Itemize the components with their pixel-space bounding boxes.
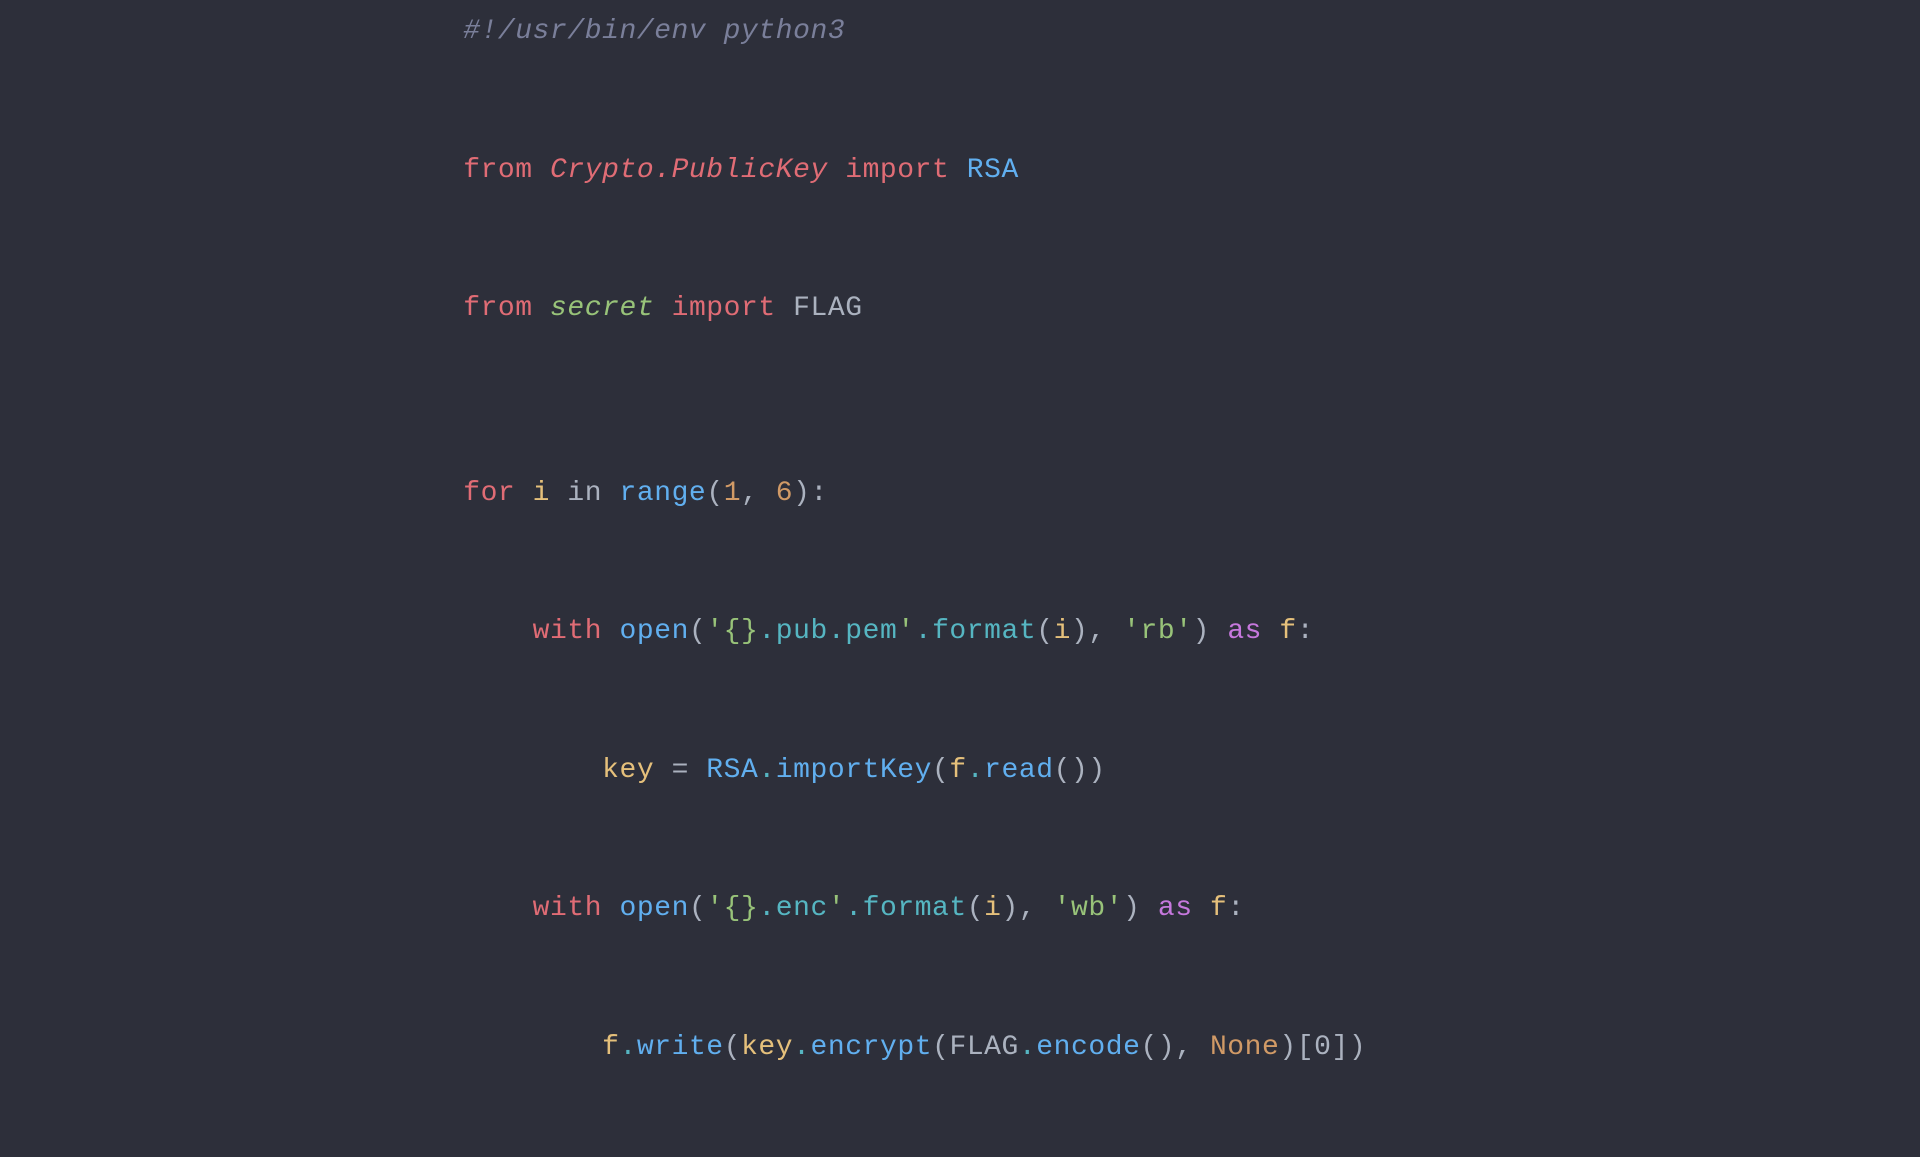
dot3: . [967,755,984,786]
encrypt-open: ( [932,1032,949,1063]
for-keyword: for [463,478,532,509]
format-method1: format [932,616,1036,647]
format-paren2: ( [967,893,984,924]
format-close2: ) [1002,893,1019,924]
encrypt-method: encrypt [811,1032,933,1063]
close-paren2: ) [1123,893,1140,924]
str-close1: ' [897,616,914,647]
num-1: 1 [724,478,741,509]
ik-close: ) [1088,755,1105,786]
dot6: . [793,1032,810,1063]
num-6: 6 [776,478,793,509]
colon1: : [811,478,828,509]
encode-parens: () [1140,1032,1175,1063]
shebang-comment: #!/usr/bin/env python3 [463,16,845,47]
str-close2: ' [828,893,845,924]
line-with2: with open('{}.enc'.format(i), 'wb') as f… [394,840,1366,979]
str-enc: '{} [706,893,758,924]
indent4 [463,1032,602,1063]
dot-pub-pem: .pub.pem [758,616,897,647]
encode-method: encode [1036,1032,1140,1063]
format-method2: format [863,893,967,924]
write-method: write [637,1032,724,1063]
comma4: , [1175,1032,1210,1063]
open-paren1: ( [689,616,706,647]
format-paren1: ( [1036,616,1053,647]
close-paren1: ) [1193,616,1210,647]
module-name: Crypto.PublicKey [550,155,828,186]
line-importkey: key = RSA.importKey(f.read()) [394,702,1366,841]
as-keyword1: as [1227,616,1262,647]
space-f1 [1262,616,1279,647]
dot4: . [845,893,862,924]
rsa-ref: RSA [706,755,758,786]
space-as2 [1140,893,1157,924]
ik-open: ( [932,755,949,786]
dot-enc: .enc [758,893,827,924]
dot2: . [758,755,775,786]
line-import2: from secret import FLAG [394,240,1366,379]
colon2: : [1297,616,1314,647]
flag-ref: FLAG [949,1032,1018,1063]
line-for: for i in range(1, 6): [394,424,1366,563]
paren-close: ) [793,478,810,509]
write-open: ( [724,1032,741,1063]
encrypt-close: ) [1279,1032,1296,1063]
blank-line-1 [394,378,1366,424]
f-var3: f [1210,893,1227,924]
comma-space: , [741,478,776,509]
format-close1: ) [1071,616,1088,647]
read-parens: () [1054,755,1089,786]
colon3: : [1227,893,1244,924]
secret-module: secret [550,293,654,324]
write-close: ) [1349,1032,1366,1063]
paren-open: ( [706,478,723,509]
as-keyword2: as [1158,893,1193,924]
import-keyword2: import [654,293,793,324]
open-paren2: ( [689,893,706,924]
indent3 [463,893,532,924]
with-keyword2: with [533,893,620,924]
line-import1: from Crypto.PublicKey import RSA [394,101,1366,240]
flag-name: FLAG [793,293,862,324]
dot5: . [619,1032,636,1063]
none-keyword: None [1210,1032,1279,1063]
loop-var-i: i [533,478,568,509]
read-method: read [984,755,1053,786]
i-var2: i [984,893,1001,924]
equals1: = [654,755,706,786]
key-var2: key [741,1032,793,1063]
indent2 [463,755,602,786]
line-write: f.write(key.encrypt(FLAG.encode(), None)… [394,979,1366,1118]
from-keyword2: from [463,293,550,324]
importkey-method: importKey [776,755,932,786]
i-var1: i [1054,616,1071,647]
with-keyword1: with [533,616,620,647]
rsa-class: RSA [967,155,1019,186]
f-var2: f [949,755,966,786]
space-f2 [1193,893,1210,924]
from-keyword: from [463,155,550,186]
f-var1: f [1279,616,1296,647]
import-keyword: import [828,155,967,186]
comma3: , [1019,893,1054,924]
dot1: . [915,616,932,647]
range-builtin: range [619,478,706,509]
wb-string: 'wb' [1054,893,1123,924]
key-var: key [602,755,654,786]
indent1 [463,616,532,647]
open-builtin1: open [619,616,688,647]
dot7: . [1019,1032,1036,1063]
space-as [1210,616,1227,647]
rb-string: 'rb' [1123,616,1192,647]
line-shebang: #!/usr/bin/env python3 [394,0,1366,101]
str-pub-pem: '{} [706,616,758,647]
in-keyword: in [567,478,619,509]
code-block: #!/usr/bin/env python3 from Crypto.Publi… [334,0,1426,1157]
comma2: , [1088,616,1123,647]
open-builtin2: open [619,893,688,924]
f-var4: f [602,1032,619,1063]
index-zero: [0] [1297,1032,1349,1063]
line-with1: with open('{}.pub.pem'.format(i), 'rb') … [394,563,1366,702]
